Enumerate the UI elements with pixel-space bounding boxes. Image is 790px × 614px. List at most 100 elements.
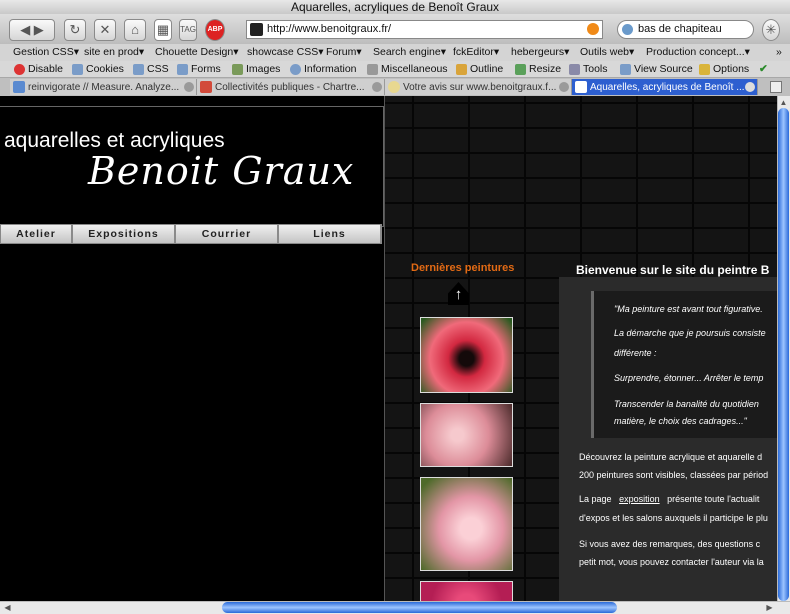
horizontal-scroll-thumb[interactable]	[222, 602, 617, 613]
intro-paragraph-line: Découvrez la peinture acrylique et aquar…	[579, 452, 763, 462]
wd-information[interactable]: Information	[290, 61, 357, 78]
painting-thumbnail-roses[interactable]	[420, 403, 513, 467]
search-text: bas de chapiteau	[638, 23, 722, 35]
wd-forms[interactable]: Forms	[177, 61, 221, 78]
view-source-icon	[620, 64, 631, 75]
bookmark-gestion-css[interactable]: Gestion CSS▾	[13, 44, 79, 61]
scroll-up-icon[interactable]: ▲	[778, 97, 789, 108]
bookmark-search-engine[interactable]: Search engine▾	[373, 44, 446, 61]
information-icon	[290, 64, 301, 75]
menu-courrier[interactable]: Courrier	[176, 225, 279, 243]
scroll-up-arrow-icon[interactable]: ↑	[448, 282, 469, 305]
reinvigorate-favicon-icon	[13, 81, 25, 93]
wd-tools[interactable]: Tools	[569, 61, 608, 78]
reload-button[interactable]: ↻	[64, 19, 86, 41]
exposition-paragraph-line: d'expos et les salons auxquels il partic…	[579, 513, 768, 523]
site-menu: Atelier Expositions Courrier Liens	[0, 224, 382, 244]
tab-close-icon[interactable]	[372, 82, 382, 92]
stop-button[interactable]: ✕	[94, 19, 116, 41]
wd-disable[interactable]: Disable	[14, 61, 63, 78]
go-icon[interactable]	[587, 23, 599, 35]
wd-cookies[interactable]: Cookies	[72, 61, 124, 78]
search-engine-icon	[622, 24, 633, 35]
home-button[interactable]: ⌂	[124, 19, 146, 41]
tab-aquarelles-active[interactable]: Aquarelles, acryliques de Benoît ...	[572, 79, 758, 95]
tab-close-icon[interactable]	[559, 82, 569, 92]
url-text: http://www.benoitgraux.fr/	[267, 23, 392, 35]
wd-miscellaneous[interactable]: Miscellaneous	[367, 61, 448, 78]
tab-close-icon[interactable]	[745, 82, 755, 92]
left-column: aquarelles et acryliques Benoit Graux At…	[0, 96, 385, 601]
vertical-scroll-thumb[interactable]	[778, 108, 789, 601]
painting-thumbnail-rose[interactable]	[420, 477, 513, 571]
paragraph-prefix: La page	[579, 494, 612, 504]
css-icon	[133, 64, 144, 75]
bookmark-fckeditor[interactable]: fckEditor▾	[453, 44, 499, 61]
bookmarks-toolbar: Gestion CSS▾ site en prod▾ Chouette Desi…	[0, 44, 790, 61]
tab-reinvigorate[interactable]: reinvigorate // Measure. Analyze...	[10, 79, 197, 95]
site-logo[interactable]: Benoit Graux	[88, 149, 354, 193]
bookmark-hebergeurs[interactable]: hebergeurs▾	[511, 44, 569, 61]
scroll-left-icon[interactable]: ◀	[2, 602, 13, 613]
wd-images[interactable]: Images	[232, 61, 280, 78]
tab-bar: reinvigorate // Measure. Analyze... Coll…	[0, 78, 790, 96]
wd-outline[interactable]: Outline	[456, 61, 503, 78]
page-viewport: aquarelles et acryliques Benoit Graux At…	[0, 96, 777, 601]
browser-window: Aquarelles, acryliques de Benoît Graux ◀…	[0, 0, 790, 614]
collectivites-favicon-icon	[200, 81, 212, 93]
tab-label: Aquarelles, acryliques de Benoît ...	[590, 82, 745, 93]
webdev-icon[interactable]: ▦	[154, 19, 172, 41]
adblock-icon[interactable]: ABP	[205, 19, 225, 41]
bookmark-outils-web[interactable]: Outils web▾	[580, 44, 634, 61]
menu-atelier[interactable]: Atelier	[1, 225, 73, 243]
quote-line: différente :	[614, 348, 657, 358]
disable-icon	[14, 64, 25, 75]
tab-votre-avis[interactable]: Votre avis sur www.benoitgraux.f...	[385, 79, 572, 95]
paragraph-suffix: présente toute l'actualit	[667, 494, 760, 504]
tab-label: reinvigorate // Measure. Analyze...	[28, 82, 180, 93]
site-favicon-icon	[250, 23, 263, 36]
images-icon	[232, 64, 243, 75]
menu-liens[interactable]: Liens	[279, 225, 382, 243]
quote-line: Surprendre, étonner... Arrêter le temp	[614, 373, 764, 383]
web-developer-toolbar: Disable Cookies CSS Forms Images Informa…	[0, 61, 790, 78]
site-header: aquarelles et acryliques Benoit Graux	[0, 106, 384, 227]
votre-avis-favicon-icon	[388, 81, 400, 93]
back-forward-button[interactable]: ◀ ▶	[9, 19, 55, 41]
outline-icon	[456, 64, 467, 75]
tab-collectivites[interactable]: Collectivités publiques - Chartre...	[197, 79, 385, 95]
url-field[interactable]: http://www.benoitgraux.fr/	[246, 20, 603, 39]
window-title: Aquarelles, acryliques de Benoît Graux	[0, 0, 790, 14]
bookmark-forum[interactable]: Forum▾	[326, 44, 362, 61]
wd-view-source[interactable]: View Source	[620, 61, 693, 78]
options-icon	[699, 64, 710, 75]
menu-expositions[interactable]: Expositions	[73, 225, 176, 243]
tab-close-icon[interactable]	[184, 82, 194, 92]
benoitgraux-favicon-icon	[575, 81, 587, 93]
bookmark-site-en-prod[interactable]: site en prod▾	[84, 44, 144, 61]
scroll-right-icon[interactable]: ▶	[764, 602, 775, 613]
spinner-icon: ✳	[762, 19, 780, 41]
tab-label: Votre avis sur www.benoitgraux.f...	[403, 82, 557, 93]
painting-thumbnail-pink[interactable]	[420, 581, 513, 601]
wd-css[interactable]: CSS	[133, 61, 169, 78]
bookmarks-overflow-button[interactable]: »	[776, 44, 782, 61]
wd-resize[interactable]: Resize	[515, 61, 561, 78]
bookmark-chouette-design[interactable]: Chouette Design▾	[155, 44, 239, 61]
quote-line: Transcender la banalité du quotidien	[614, 399, 759, 409]
exposition-link[interactable]: exposition	[619, 494, 660, 504]
bookmark-showcase-css[interactable]: showcase CSS▾	[247, 44, 323, 61]
latest-paintings-title: Dernières peintures	[411, 262, 515, 274]
tools-icon	[569, 64, 580, 75]
validation-check-icon[interactable]: ✔	[759, 61, 768, 78]
intro-paragraph-line: 200 peintures sont visibles, classées pa…	[579, 470, 769, 480]
painting-thumbnail-poppy[interactable]	[420, 317, 513, 393]
contact-paragraph-line: Si vous avez des remarques, des question…	[579, 539, 761, 549]
contact-paragraph-line: petit mot, vous pouvez contacter l'auteu…	[579, 557, 764, 567]
cookies-icon	[72, 64, 83, 75]
wd-options[interactable]: Options	[699, 61, 749, 78]
bookmark-production-concept[interactable]: Production concept...▾	[646, 44, 750, 61]
new-tab-icon[interactable]	[770, 81, 782, 93]
tag-icon[interactable]: TAG	[179, 19, 197, 41]
search-field[interactable]: bas de chapiteau	[617, 20, 754, 39]
